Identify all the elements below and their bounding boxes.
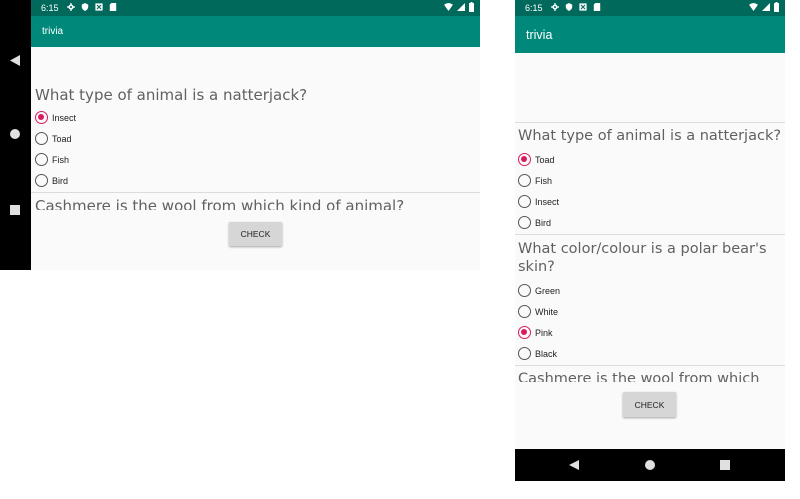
option-label: Black (535, 348, 558, 359)
option-label: Bird (52, 175, 69, 186)
back-icon[interactable] (10, 55, 20, 66)
question-2-clip: Cashmere is the wool from which kind of … (31, 193, 480, 210)
radio-button[interactable] (518, 305, 531, 318)
option-label: Toad (535, 154, 555, 165)
status-time: 6:15 (525, 3, 543, 13)
signal-icon (762, 3, 770, 11)
option-fish[interactable]: Fish (518, 174, 552, 187)
question-2: Cashmere is the wool from which kind of … (35, 197, 405, 210)
option-green[interactable]: Green (518, 284, 560, 297)
battery-icon (774, 2, 779, 12)
option-label: Bird (535, 217, 552, 228)
radio-button[interactable] (518, 174, 531, 187)
check-button[interactable]: CHECK (229, 222, 282, 246)
option-insect[interactable]: Insect (518, 195, 559, 208)
quiz-content[interactable]: What type of animal is a natterjack? Toa… (515, 53, 785, 449)
app-icon (95, 3, 103, 11)
radio-button[interactable] (35, 132, 48, 145)
option-label: Insect (52, 112, 77, 123)
status-time: 6:15 (41, 3, 59, 13)
recents-icon[interactable] (10, 205, 20, 215)
radio-button[interactable] (35, 111, 48, 124)
app-title: trivia (42, 26, 64, 37)
option-black[interactable]: Black (518, 347, 557, 360)
option-pink[interactable]: Pink (518, 326, 553, 339)
divider (515, 122, 785, 123)
signal-icon (457, 3, 465, 11)
status-bar: 6:15 (515, 0, 785, 16)
option-label: Pink (535, 327, 553, 338)
option-toad[interactable]: Toad (518, 153, 555, 166)
home-icon[interactable] (645, 460, 655, 470)
question-3: Cashmere is the wool from which (518, 371, 760, 382)
shield-icon (81, 3, 89, 11)
battery-icon (469, 2, 474, 12)
radio-button[interactable] (518, 153, 531, 166)
sd-card-icon (593, 3, 601, 11)
app-title: trivia (526, 28, 553, 42)
radio-button[interactable] (518, 326, 531, 339)
shield-icon (565, 3, 573, 11)
settings-icon (67, 3, 75, 11)
option-label: Fish (52, 154, 70, 165)
radio-button[interactable] (518, 195, 531, 208)
option-insect[interactable]: Insect (35, 111, 76, 124)
option-white[interactable]: White (518, 305, 558, 318)
home-icon[interactable] (10, 129, 20, 139)
check-button[interactable]: CHECK (623, 392, 676, 417)
app-icon (579, 3, 587, 11)
app-bar: trivia (515, 16, 785, 53)
option-toad[interactable]: Toad (35, 132, 72, 145)
option-bird[interactable]: Bird (35, 174, 68, 187)
option-label: White (535, 306, 559, 317)
wifi-icon (444, 3, 453, 11)
wifi-icon (749, 3, 758, 11)
question-1: What type of animal is a natterjack? (35, 86, 308, 104)
quiz-content[interactable]: What type of animal is a natterjack? Ins… (31, 47, 480, 270)
portrait-screen: 6:15 trivia What type of animal is a nat… (515, 0, 785, 481)
option-fish[interactable]: Fish (35, 153, 69, 166)
status-bar: 6:15 (31, 0, 480, 16)
settings-icon (551, 3, 559, 11)
radio-button[interactable] (518, 284, 531, 297)
radio-button[interactable] (518, 216, 531, 229)
recents-icon[interactable] (720, 460, 730, 470)
question-2: What color/colour is a polar bear's skin… (518, 241, 767, 275)
option-label: Fish (535, 175, 553, 186)
question-3-clip: Cashmere is the wool from which (515, 366, 785, 382)
landscape-screen: 6:15 trivia What type of animal is a nat… (0, 0, 480, 270)
back-icon[interactable] (569, 460, 579, 470)
navigation-bar (0, 0, 31, 270)
radio-button[interactable] (518, 347, 531, 360)
radio-button[interactable] (35, 153, 48, 166)
radio-button[interactable] (35, 174, 48, 187)
app-bar: trivia (31, 16, 480, 47)
divider (515, 234, 785, 235)
option-label: Toad (52, 133, 72, 144)
option-label: Insect (535, 196, 560, 207)
sd-card-icon (109, 3, 117, 11)
option-bird[interactable]: Bird (518, 216, 551, 229)
question-1: What type of animal is a natterjack? (518, 128, 782, 144)
option-label: Green (535, 285, 561, 296)
navigation-bar (515, 449, 785, 481)
